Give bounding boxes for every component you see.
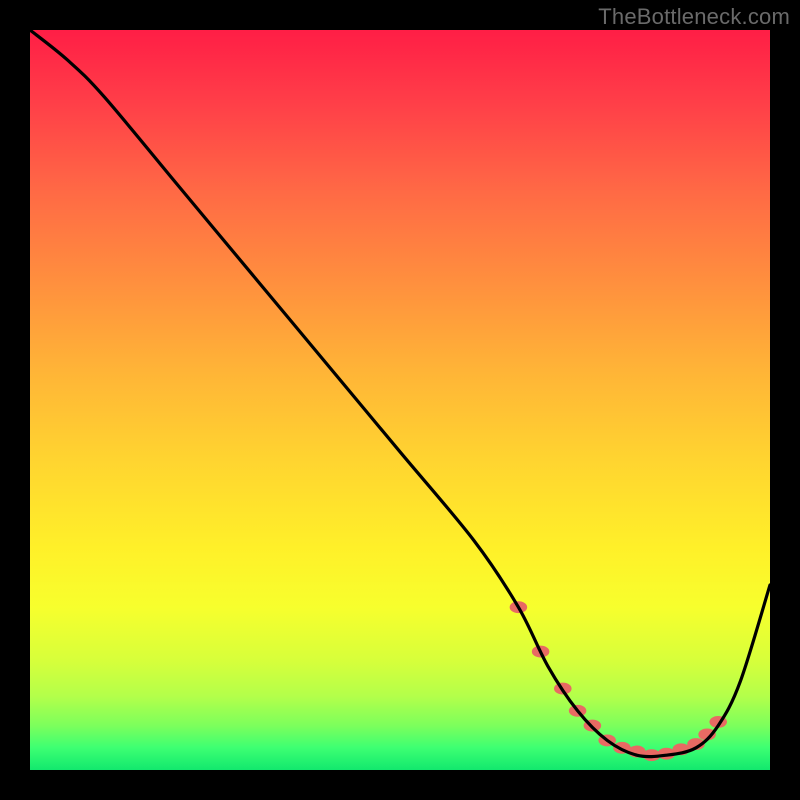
chart-frame: TheBottleneck.com xyxy=(0,0,800,800)
watermark-text: TheBottleneck.com xyxy=(598,4,790,30)
chart-svg xyxy=(30,30,770,770)
plot-area xyxy=(30,30,770,770)
bottleneck-curve-line xyxy=(30,30,770,757)
marker-layer xyxy=(510,601,727,761)
